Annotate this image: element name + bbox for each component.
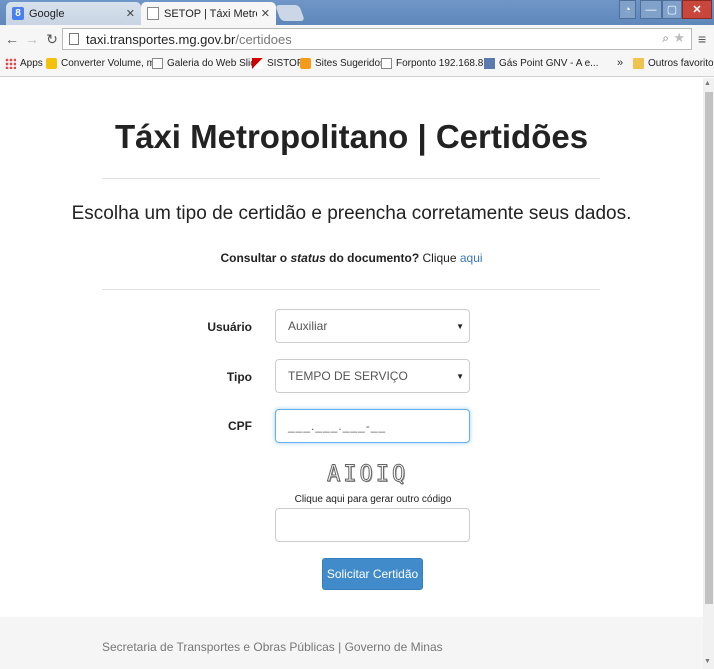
bookmark-label: Sites Sugeridos — [315, 58, 386, 69]
bookmark-label: SISTOP — [267, 58, 304, 69]
bookmark-gas-point[interactable]: Gás Point GNV - A e... — [484, 58, 599, 69]
captcha-refresh-link[interactable]: Clique aqui para gerar outro código — [0, 494, 714, 505]
usuario-label: Usuário — [207, 320, 252, 334]
browser-toolbar: ← → ↻ taxi.transportes.mg.gov.br /certid… — [0, 25, 714, 53]
tab-google[interactable]: 8 Google ✕ — [6, 2, 141, 25]
divider — [102, 289, 600, 290]
usuario-select[interactable]: Auxiliar ▼ — [275, 309, 470, 343]
window-close-button[interactable]: ✕ — [682, 0, 712, 19]
bookmark-label: Galeria do Web Slice — [167, 58, 261, 69]
document-icon — [147, 7, 159, 20]
usuario-selected-value: Auxiliar — [288, 319, 328, 333]
browser-titlebar: 8 Google ✕ SETOP | Táxi Metropolitan ✕ ◔… — [0, 0, 714, 25]
document-icon — [152, 58, 163, 69]
maximize-button[interactable]: ▢ — [662, 0, 682, 19]
sites-icon — [300, 58, 311, 69]
captcha-image[interactable]: AIOIQ — [326, 462, 408, 488]
apps-grid-icon — [5, 58, 16, 69]
tab-title: Google — [29, 7, 65, 20]
status-emphasis: status — [290, 251, 326, 265]
captcha-input[interactable] — [275, 508, 470, 542]
page-icon — [69, 33, 79, 45]
divider — [102, 178, 600, 179]
bookmarks-bar: Apps Converter Volume, m³ Galeria do Web… — [0, 53, 714, 77]
folder-icon — [633, 58, 644, 69]
user-profile-icon[interactable]: ◔ — [619, 0, 636, 19]
url-path: /certidoes — [235, 31, 292, 47]
tab-close-icon[interactable]: ✕ — [126, 7, 135, 20]
status-click-text: Clique — [419, 251, 460, 265]
url-host: taxi.transportes.mg.gov.br — [86, 31, 236, 47]
scrollbar-thumb[interactable] — [705, 92, 713, 604]
tab-title: SETOP | Táxi Metropolitan — [164, 7, 257, 20]
status-query-line: Consultar o status do documento? Clique … — [0, 251, 703, 265]
bookmarks-overflow-button[interactable]: » — [617, 57, 623, 69]
dropdown-caret-icon: ▼ — [456, 371, 464, 381]
new-tab-button[interactable] — [275, 5, 305, 21]
cpf-input[interactable]: ___.___.___-__ — [275, 409, 470, 443]
google-icon: 8 — [12, 7, 24, 20]
footer-text: Secretaria de Transportes e Obras Públic… — [102, 640, 443, 654]
cpf-label: CPF — [228, 419, 252, 433]
bookmark-apps[interactable]: Apps — [5, 58, 43, 69]
tipo-selected-value: TEMPO DE SERVIÇO — [288, 369, 408, 383]
tipo-select[interactable]: TEMPO DE SERVIÇO ▼ — [275, 359, 470, 393]
document-icon — [381, 58, 392, 69]
converter-icon — [46, 58, 57, 69]
tab-setop[interactable]: SETOP | Táxi Metropolitan ✕ — [141, 2, 276, 25]
minimize-button[interactable]: — — [640, 0, 662, 19]
submit-button[interactable]: Solicitar Certidão — [322, 558, 423, 590]
bookmark-star-icon[interactable]: ★ — [673, 30, 685, 46]
bookmark-label: Converter Volume, m³ — [61, 58, 159, 69]
bookmark-converter[interactable]: Converter Volume, m³ — [46, 58, 158, 69]
bookmark-sistop[interactable]: SISTOP — [252, 58, 304, 69]
dropdown-caret-icon: ▼ — [456, 321, 464, 331]
menu-icon[interactable]: ≡ — [698, 31, 706, 47]
reload-icon[interactable]: ↻ — [42, 31, 62, 48]
other-bookmarks-label: Outros favoritos — [648, 58, 714, 69]
status-middle: do documento? — [325, 251, 420, 265]
sistop-icon — [252, 58, 263, 69]
tipo-label: Tipo — [226, 370, 252, 384]
bookmark-web-slice[interactable]: Galeria do Web Slice — [152, 58, 261, 69]
status-prefix: Consultar o — [220, 251, 291, 265]
bookmark-sites-sugeridos[interactable]: Sites Sugeridos — [300, 58, 385, 69]
forward-arrow-icon[interactable]: → — [22, 31, 42, 47]
bookmark-label: Apps — [20, 58, 43, 69]
gas-icon — [484, 58, 495, 69]
zoom-icon[interactable]: ⌕ — [662, 31, 669, 46]
bookmark-label: Forponto 192.168.8.... — [396, 58, 495, 69]
scroll-down-arrow-icon[interactable]: ▼ — [704, 658, 711, 665]
scroll-up-arrow-icon[interactable]: ▲ — [704, 80, 711, 87]
other-bookmarks[interactable]: Outros favoritos — [633, 58, 714, 69]
page-title: Táxi Metropolitano | Certidões — [114, 118, 589, 155]
address-bar[interactable]: taxi.transportes.mg.gov.br /certidoes ⌕ … — [62, 28, 692, 50]
back-arrow-icon[interactable]: ← — [2, 31, 22, 47]
status-link[interactable]: aqui — [460, 251, 483, 265]
bookmark-label: Gás Point GNV - A e... — [499, 58, 599, 69]
tab-close-icon[interactable]: ✕ — [261, 7, 270, 20]
page-subtitle: Escolha um tipo de certidão e preencha c… — [71, 203, 632, 224]
bookmark-forponto[interactable]: Forponto 192.168.8.... — [381, 58, 494, 69]
cpf-mask-value: ___.___.___-__ — [288, 419, 387, 433]
